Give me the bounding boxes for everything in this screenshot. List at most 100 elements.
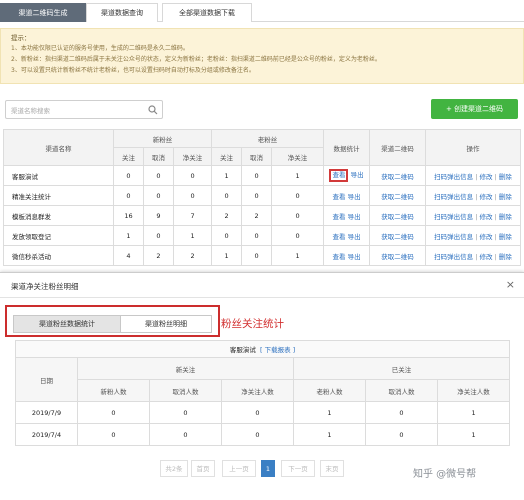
export-link[interactable]: 导出 [348, 193, 361, 201]
get-qrcode-link[interactable]: 获取二维码 [381, 173, 414, 181]
header-date: 日期 [15, 357, 78, 402]
export-link[interactable]: 导出 [348, 213, 361, 221]
view-link[interactable]: 查看 [332, 233, 345, 241]
cell: 0 [221, 401, 294, 424]
separator: | [475, 172, 478, 181]
table-row: 发放领取登记 1 0 1 0 0 0 查看 导出 获取二维码 扫码弹出信息 | … [3, 225, 522, 246]
tips-box: 提示： 1、本功能仅限已认证的服务号使用，生成的二维码是永久二维码。 2、新粉丝… [0, 28, 524, 84]
export-link[interactable]: 导出 [351, 171, 364, 179]
view-link[interactable]: 查看 [329, 169, 349, 182]
cell: 0 [149, 401, 222, 424]
separator: | [475, 192, 478, 201]
cell: 1 [436, 423, 511, 446]
cell: 2 [172, 245, 213, 266]
download-report-link[interactable]: [ 下载报表 ] [260, 346, 295, 354]
delete-link[interactable]: 删除 [499, 253, 512, 261]
tab-download-all[interactable]: 全部渠道数据下载 [162, 3, 252, 22]
tip-line: 2、新粉丝：指扫渠道二维码后属于未关注公众号的状态，定义为新粉丝；老粉丝：指扫渠… [11, 56, 381, 63]
export-link[interactable]: 导出 [348, 233, 361, 241]
stats-cell: 查看 导出 [323, 225, 371, 246]
table-row: 微信秒杀活动 4 2 2 1 0 1 查看 导出 获取二维码 扫码弹出信息 | … [3, 245, 522, 266]
cell: 0 [143, 185, 174, 206]
cell: 0 [113, 185, 144, 206]
cell: 9 [143, 205, 174, 226]
header-already-follow: 已关注 [292, 357, 511, 380]
get-qrcode-link[interactable]: 获取二维码 [381, 193, 414, 201]
table-row: 精准关注统计 0 0 0 0 0 0 查看 导出 获取二维码 扫码弹出信息 | … [3, 185, 522, 206]
get-qrcode-link[interactable]: 获取二维码 [381, 233, 414, 241]
create-channel-qrcode-button[interactable]: + 创建渠道二维码 [431, 99, 518, 119]
edit-link[interactable]: 修改 [480, 193, 493, 201]
scan-info-link[interactable]: 扫码弹出信息 [434, 233, 473, 241]
cell: 1 [271, 245, 325, 266]
ops-cell: 扫码弹出信息 | 修改 | 删除 [425, 245, 522, 266]
tab-data-query[interactable]: 渠道数据查询 [86, 3, 158, 22]
cell: 0 [271, 205, 325, 226]
header-old-fans: 老粉丝 [211, 129, 325, 148]
edit-link[interactable]: 修改 [480, 253, 493, 261]
header-channel-name: 渠道名称 [3, 129, 114, 166]
cell: 2 [143, 245, 174, 266]
modal-sub-tab-group: 渠道粉丝数据统计 渠道粉丝明细 [5, 305, 220, 337]
separator: | [494, 232, 497, 241]
scan-info-link[interactable]: 扫码弹出信息 [434, 193, 473, 201]
stats-cell: 查看 导出 [323, 185, 371, 206]
view-link[interactable]: 查看 [332, 213, 345, 221]
qrcode-cell: 获取二维码 [369, 205, 427, 226]
top-tab-bar: 渠道二维码生成 渠道数据查询 全部渠道数据下载 [0, 0, 524, 22]
cell: 0 [172, 185, 213, 206]
cell: 2 [241, 205, 273, 226]
separator: | [494, 212, 497, 221]
tab-qrcode-generate[interactable]: 渠道二维码生成 [0, 3, 86, 22]
table-caption: 客服演试 [ 下载报表 ] [14, 340, 511, 358]
delete-link[interactable]: 删除 [499, 213, 512, 221]
edit-link[interactable]: 修改 [480, 213, 493, 221]
channel-search-input[interactable]: 渠道名称搜索 [5, 100, 163, 119]
scan-info-link[interactable]: 扫码弹出信息 [434, 213, 473, 221]
channel-name: 精准关注统计 [3, 185, 114, 206]
cell: 1 [293, 423, 366, 446]
pager-current-page[interactable]: 1 [261, 460, 275, 477]
header-new-fans-count: 新粉人数 [77, 379, 150, 402]
cell: 1 [211, 165, 243, 186]
ops-cell: 扫码弹出信息 | 修改 | 删除 [425, 185, 522, 206]
cell: 1 [172, 225, 213, 246]
pager-first-button[interactable]: 首页 [191, 460, 215, 477]
pager-prev-button[interactable]: 上一页 [222, 460, 256, 477]
header-follow: 关注 [113, 147, 144, 166]
get-qrcode-link[interactable]: 获取二维码 [381, 253, 414, 261]
channel-name: 微信秒杀活动 [3, 245, 114, 266]
search-icon[interactable] [148, 105, 158, 115]
delete-link[interactable]: 删除 [499, 233, 512, 241]
tip-line: 3、可以设置只统计新粉丝不统计老粉丝，也可以设置扫码时自动打标及分组或修改备注名… [11, 67, 255, 74]
scan-info-link[interactable]: 扫码弹出信息 [434, 173, 473, 181]
header-old-fans-count: 老粉人数 [293, 379, 366, 402]
search-placeholder: 渠道名称搜索 [11, 107, 50, 115]
export-link[interactable]: 导出 [348, 253, 361, 261]
cell: 1 [293, 401, 366, 424]
view-link[interactable]: 查看 [332, 193, 345, 201]
separator: | [475, 252, 478, 261]
delete-link[interactable]: 删除 [499, 173, 512, 181]
separator: | [475, 232, 478, 241]
separator: | [494, 172, 497, 181]
tab-fans-data-stats[interactable]: 渠道粉丝数据统计 [13, 315, 121, 333]
channel-table: 渠道名称 新粉丝 老粉丝 数据统计 渠道二维码 操作 关注 取消 净关注 关注 … [3, 129, 522, 266]
pager-next-button[interactable]: 下一页 [281, 460, 315, 477]
cell: 0 [241, 245, 273, 266]
header-net: 净关注 [172, 147, 213, 166]
delete-link[interactable]: 删除 [499, 193, 512, 201]
pager-last-button[interactable]: 末页 [320, 460, 344, 477]
cell: 0 [77, 401, 150, 424]
tab-fans-detail[interactable]: 渠道粉丝明细 [120, 315, 212, 333]
divider [0, 297, 524, 298]
close-icon[interactable]: × [506, 278, 515, 291]
ops-cell: 扫码弹出信息 | 修改 | 删除 [425, 205, 522, 226]
edit-link[interactable]: 修改 [480, 173, 493, 181]
edit-link[interactable]: 修改 [480, 233, 493, 241]
ops-cell: 扫码弹出信息 | 修改 | 删除 [425, 165, 522, 186]
view-link[interactable]: 查看 [332, 253, 345, 261]
get-qrcode-link[interactable]: 获取二维码 [381, 213, 414, 221]
header-operations: 操作 [425, 129, 522, 166]
scan-info-link[interactable]: 扫码弹出信息 [434, 253, 473, 261]
